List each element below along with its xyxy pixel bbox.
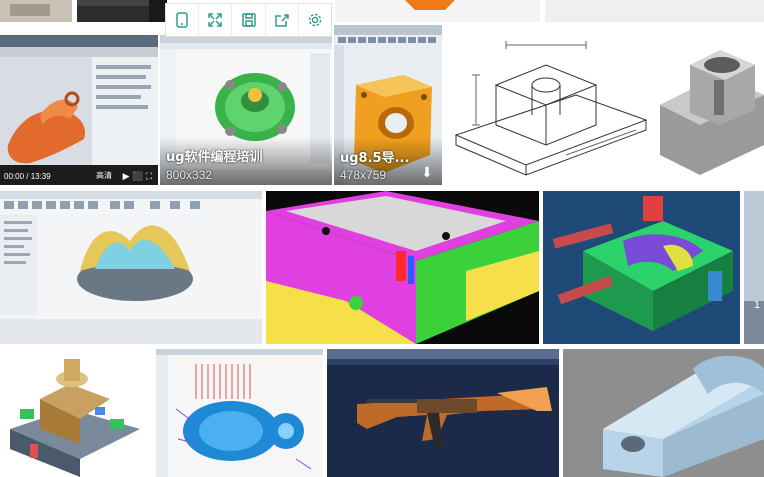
image-thumbnail[interactable]: [0, 191, 262, 344]
image-thumbnail[interactable]: [156, 349, 323, 477]
image-thumbnail[interactable]: [543, 191, 740, 344]
image-thumbnail[interactable]: [563, 349, 764, 477]
image-dimensions: 800x332: [166, 168, 213, 182]
image-thumbnail[interactable]: ug8.5导... 478x759 ⬇: [334, 25, 442, 185]
video-timestamp: 00:00 / 13:39: [4, 172, 51, 181]
image-thumbnail[interactable]: [77, 0, 167, 22]
image-caption[interactable]: ug8.5导...: [340, 147, 409, 166]
image-dimensions: 1: [754, 299, 761, 311]
image-thumbnail[interactable]: ⬇ ▣: [446, 25, 656, 185]
download-icon[interactable]: ⬇: [418, 163, 436, 181]
share-icon[interactable]: [266, 4, 299, 36]
image-thumbnail[interactable]: [327, 349, 559, 477]
image-thumbnail[interactable]: [335, 0, 540, 22]
video-thumbnail[interactable]: 00:00 / 13:39 高清 ▶ ⬛ ⛶: [0, 35, 158, 185]
image-caption[interactable]: ug软件编程培训: [166, 146, 263, 165]
image-dimensions: 478x759: [340, 168, 387, 182]
video-quality[interactable]: 高清: [96, 170, 112, 181]
download-icon[interactable]: ⬇ ▣: [583, 169, 608, 183]
settings-icon[interactable]: [299, 4, 331, 36]
image-thumbnail[interactable]: 1: [744, 191, 764, 344]
image-hover-toolbar: [165, 3, 332, 37]
phone-icon[interactable]: [166, 4, 200, 36]
video-controls[interactable]: ▶ ⬛ ⛶: [123, 171, 152, 182]
image-thumbnail[interactable]: [545, 0, 764, 22]
image-thumbnail[interactable]: [0, 0, 72, 22]
image-thumbnail-hovered[interactable]: ug软件编程培训 800x332: [160, 35, 332, 185]
image-thumbnail[interactable]: [660, 25, 764, 185]
save-icon[interactable]: [232, 4, 266, 36]
fullscreen-icon[interactable]: [199, 4, 233, 36]
image-thumbnail[interactable]: [0, 349, 152, 477]
image-thumbnail[interactable]: [266, 191, 539, 344]
